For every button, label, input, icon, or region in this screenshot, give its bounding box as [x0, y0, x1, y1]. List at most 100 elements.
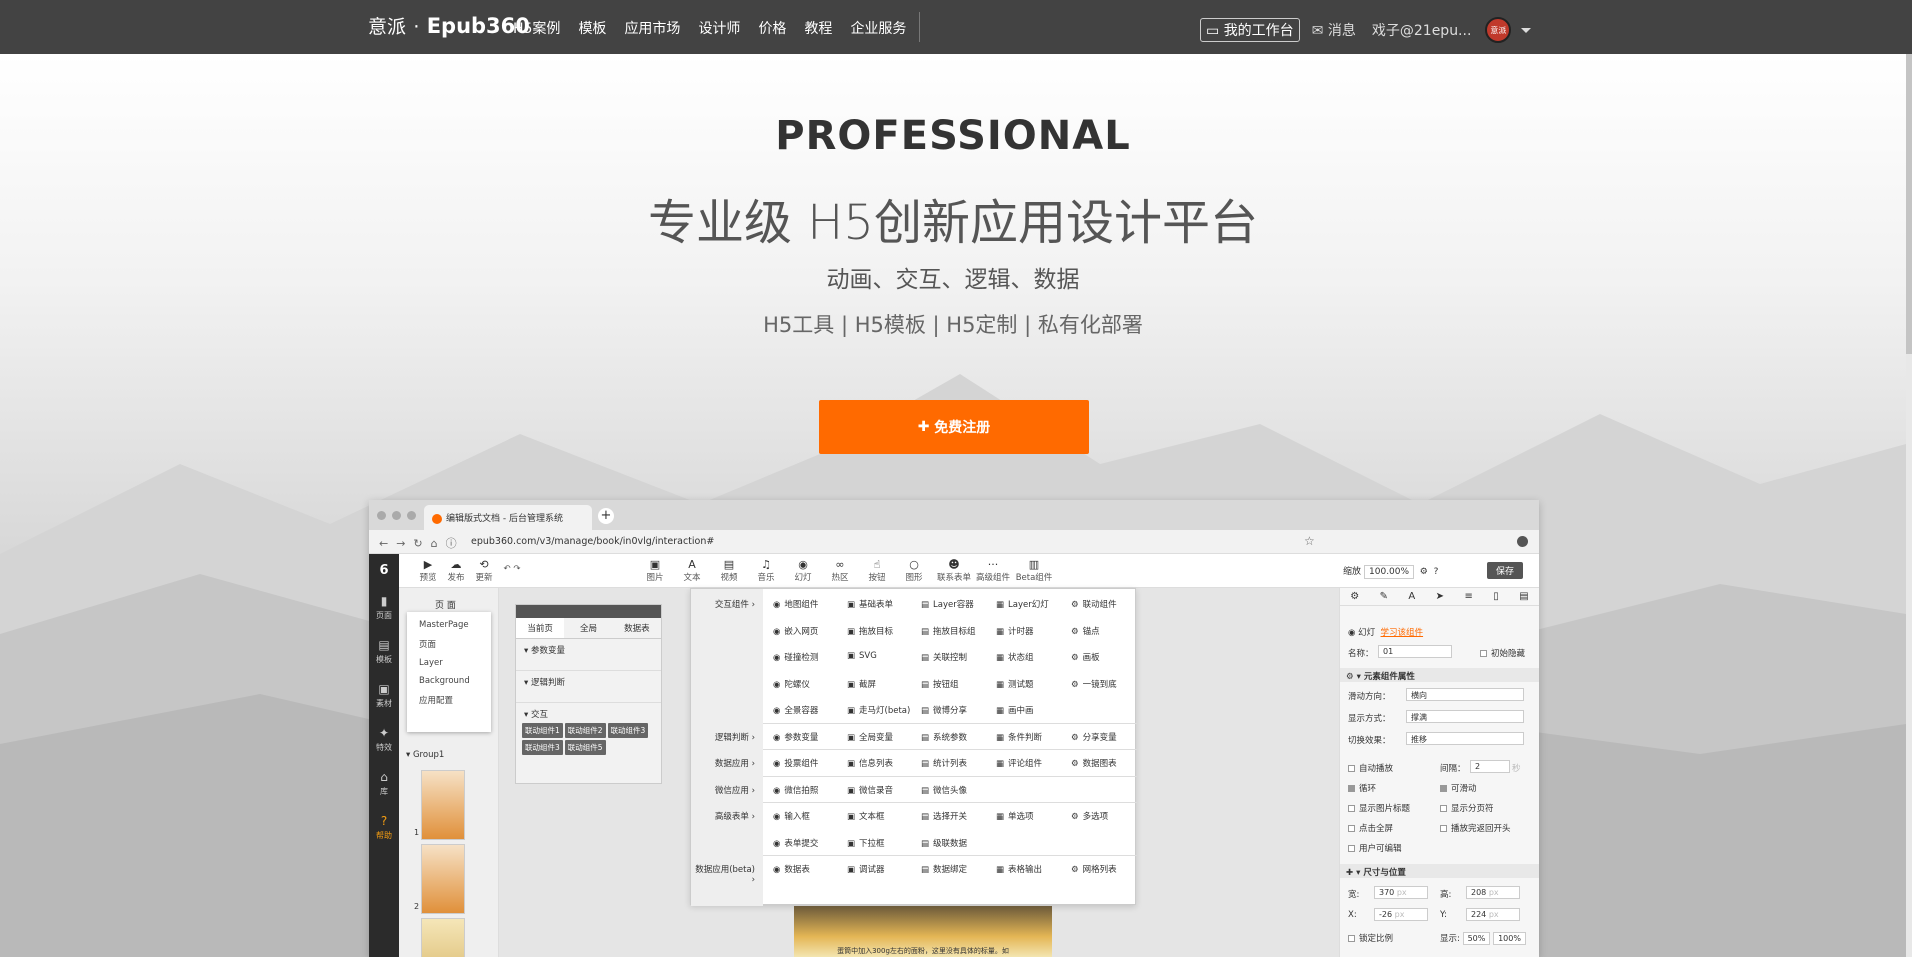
menu-item-label: 计时器: [1008, 626, 1034, 637]
nav-item-tutorials[interactable]: 教程: [804, 18, 832, 38]
panel-header: [516, 605, 661, 618]
component-icon: ⚙: [1071, 653, 1079, 663]
tool-label: 图形: [905, 573, 923, 583]
menu-divider: [763, 722, 1137, 724]
main-nav: H5案例 模板 应用市场 设计师 价格 教程 企业服务: [513, 18, 924, 38]
image-tool: ▣ 图片: [640, 558, 670, 583]
menu-item-label: SVG: [859, 651, 877, 661]
menu-item-label: Layer容器: [933, 600, 974, 610]
nav-divider: [919, 12, 920, 42]
page-scrollbar[interactable]: [1906, 54, 1912, 957]
menu-item-label: Layer幻灯: [1008, 600, 1049, 610]
height-value: 208: [1471, 888, 1487, 897]
messages-link[interactable]: ✉ 消息: [1312, 20, 1356, 40]
menu-item: ▦ 评论组件: [996, 757, 1042, 769]
menu-item: ▦ 表格输出: [996, 863, 1042, 875]
menu-item: ▦ Layer幻灯: [996, 598, 1049, 610]
menu-item: ▦ 测试题: [996, 678, 1034, 690]
sidebar-label: 帮助: [376, 831, 392, 840]
menu-item: ▣ 文本框: [847, 810, 885, 822]
new-tab-icon: +: [598, 508, 614, 524]
menu-item: ▤ 统计列表: [921, 757, 967, 769]
page-number: 1: [414, 828, 420, 837]
page-thumbnail: [421, 844, 465, 914]
tool-label: Beta组件: [1015, 573, 1053, 583]
option-label: 用户可编辑: [1359, 844, 1402, 854]
init-hide-option: 初始隐藏: [1480, 647, 1525, 659]
menu-item: ▤ 拖放目标组: [921, 625, 976, 637]
film-icon: ▤: [723, 558, 735, 571]
page-dropdown: MasterPage 页面 Layer Background 应用配置: [407, 612, 491, 732]
editor-sidebar: ▮ 页面 ▤ 模板 ▣ 素材 ✦ 特效 ⌂ 库 ? 帮助: [369, 588, 399, 957]
gear-icon: ⚙: [1350, 591, 1360, 602]
menu-item: ▣ 拖放目标: [847, 625, 893, 637]
option-label: 显示分页符: [1451, 804, 1494, 814]
menu-item-label: 文本框: [859, 812, 885, 822]
menu-item-label: 表格输出: [1008, 865, 1043, 875]
x-value: -26: [1379, 910, 1393, 919]
component-icon: ◉: [773, 865, 781, 875]
nav-item-designers[interactable]: 设计师: [698, 18, 740, 38]
dropdown-item: MasterPage: [419, 620, 469, 630]
nav-item-enterprise[interactable]: 企业服务: [850, 18, 906, 38]
workbench-link[interactable]: ▭ 我的工作台: [1200, 18, 1300, 42]
nav-item-templates[interactable]: 模板: [578, 18, 606, 38]
properties-tabs: ⚙ ✎ A ➤ ≡ ▯ ▤: [1340, 588, 1539, 606]
hero-tagline: 动画、交互、逻辑、数据: [826, 267, 1080, 293]
avatar[interactable]: 意派: [1485, 17, 1512, 43]
menu-item: ▣ 下拉框: [847, 837, 885, 849]
menu-item: ▣ 走马灯(beta): [847, 704, 910, 716]
sidebar-label: 库: [380, 787, 388, 796]
publish-tool: ☁ 发布: [441, 558, 471, 583]
send-icon: ➤: [1435, 591, 1445, 602]
dropdown-item: Layer: [419, 658, 443, 668]
component-icon: ▣: [847, 838, 856, 849]
register-button[interactable]: ✚ 免费注册: [819, 400, 1089, 454]
extension-icon: [1517, 536, 1528, 547]
component-icon: ⚙: [1071, 679, 1079, 690]
show-title-option: 显示图片标题: [1348, 802, 1410, 814]
site-logo[interactable]: 意派 · Epub360: [368, 12, 530, 39]
menu-divider: [763, 855, 1137, 856]
nav-item-cases[interactable]: H5案例: [513, 18, 560, 38]
logo-separator: ·: [413, 16, 420, 38]
nav-item-pricing[interactable]: 价格: [758, 18, 786, 38]
magic-icon: ✦: [378, 726, 390, 740]
menu-item-label: 级联数据: [933, 838, 968, 849]
unit-label: px: [1488, 888, 1499, 897]
interval-field: 2: [1470, 760, 1510, 773]
menu-item: ▦ 状态组: [996, 651, 1034, 663]
component-icon: ▣: [847, 600, 856, 610]
dropdown-item: 应用配置: [419, 696, 454, 706]
interval-unit: 秒: [1512, 764, 1521, 774]
component-icon: ◉: [773, 653, 781, 663]
slidable-option: 可滑动: [1440, 782, 1477, 794]
button-tool: ☝ 按钮: [862, 558, 892, 583]
nav-item-market[interactable]: 应用市场: [624, 18, 680, 38]
component-icon: ▤: [921, 626, 930, 637]
show-label: 显示:: [1440, 934, 1460, 944]
hero-products: H5工具 | H5模板 | H5定制 | 私有化部署: [763, 313, 1143, 337]
tab-global: 全局: [579, 624, 597, 634]
component-icon: ▤: [921, 865, 930, 875]
tool-label: 文本: [683, 573, 701, 583]
slide-tool: ◉ 幻灯: [788, 558, 818, 583]
show-value-2: 100%: [1493, 932, 1526, 945]
component-icon: ▣: [847, 626, 856, 637]
scrollbar-thumb[interactable]: [1906, 54, 1912, 354]
menu-item-label: 陀螺仪: [784, 679, 810, 690]
menu-item: ▤ 关联控制: [921, 651, 967, 663]
username[interactable]: 戏子@21epu...: [1372, 20, 1472, 40]
menu-item: ◉ 输入框: [773, 810, 810, 822]
menu-item: ◉ 表单提交: [773, 837, 818, 849]
component-icon: ▦: [996, 626, 1005, 637]
play-start-option: 播放完返回开头: [1440, 822, 1511, 834]
width-field: 370 px: [1374, 886, 1428, 899]
menu-category: 数据应用(beta) ›: [695, 865, 755, 885]
menu-item-label: 单选项: [1008, 812, 1034, 822]
favicon-icon: [432, 513, 442, 524]
tab-current-page: 当前页: [516, 618, 565, 638]
option-label: 播放完返回开头: [1451, 824, 1511, 834]
update-tool: ⟲ 更新: [469, 558, 499, 583]
chevron-down-icon[interactable]: [1521, 27, 1532, 33]
